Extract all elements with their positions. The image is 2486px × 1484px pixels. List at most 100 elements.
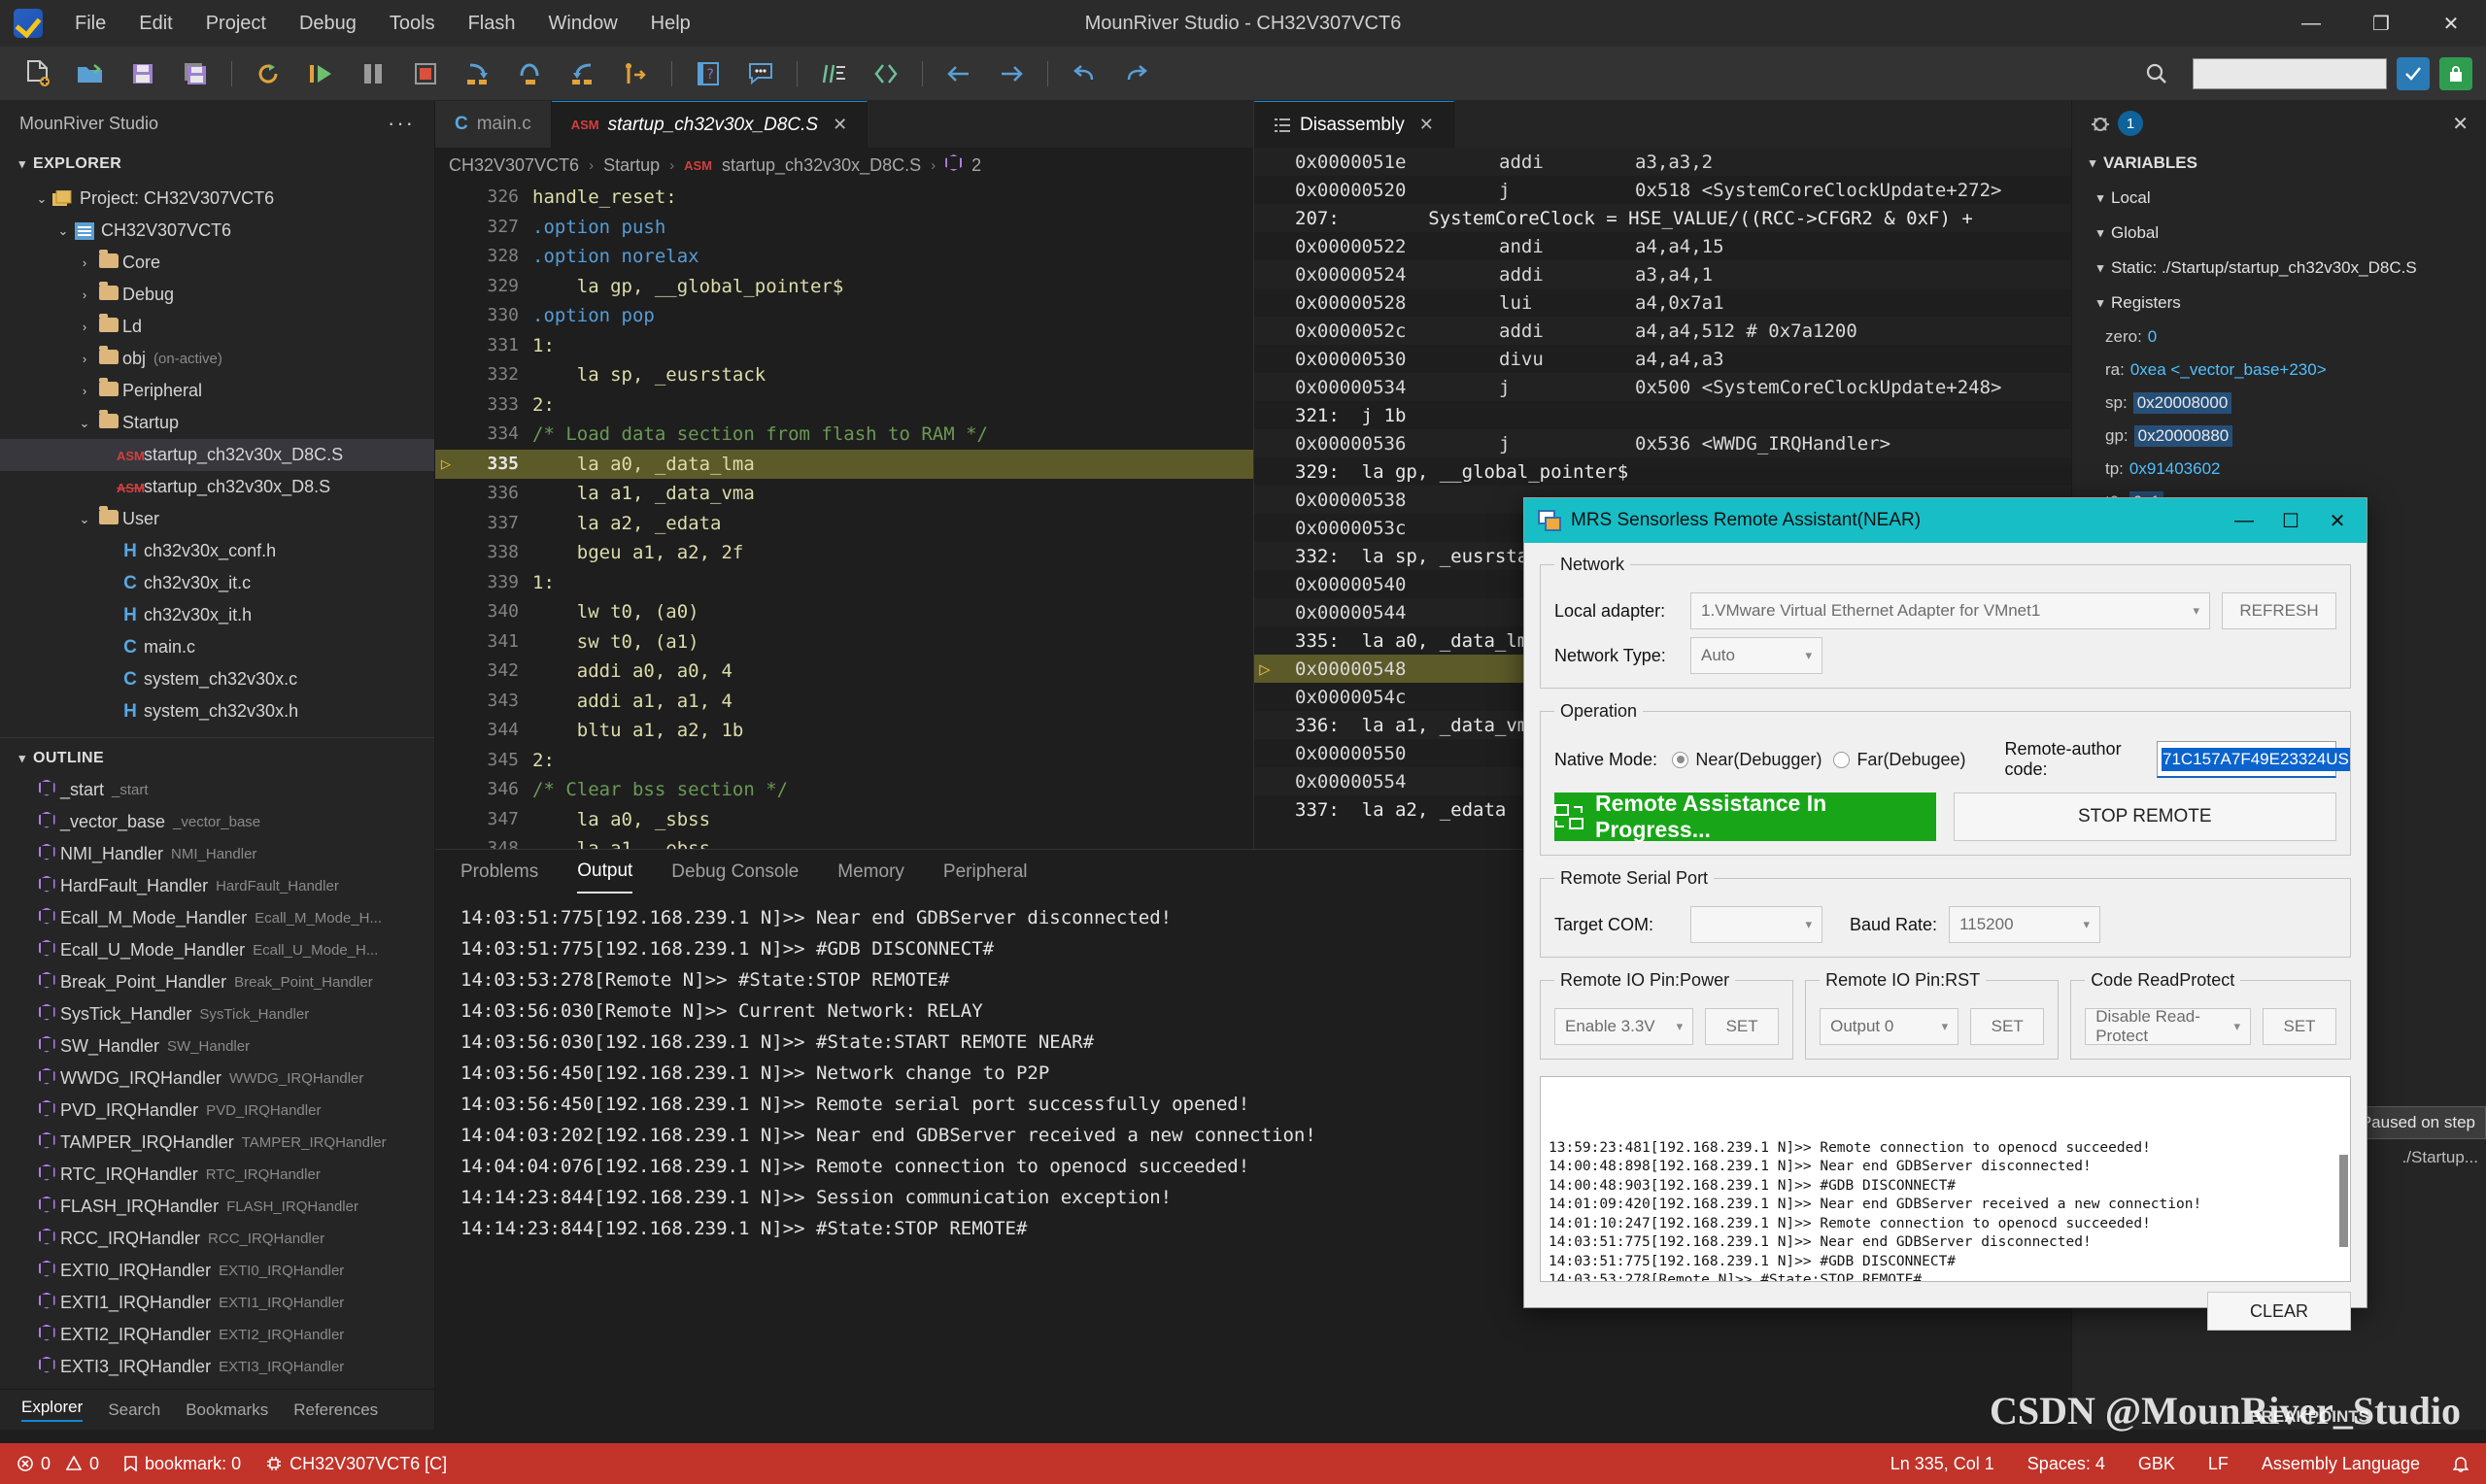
outline-item[interactable]: NMI_Handler NMI_Handler: [0, 838, 434, 870]
outline-item[interactable]: TAMPER_IRQHandler TAMPER_IRQHandler: [0, 1127, 434, 1159]
tree-item[interactable]: Hch32v30x_conf.h: [0, 535, 434, 567]
io-rst-select[interactable]: Output 0 ▾: [1820, 1008, 1959, 1045]
breadcrumb-item[interactable]: CH32V307VCT6: [449, 155, 579, 176]
debug-badge[interactable]: 1: [2090, 111, 2143, 136]
refresh-button[interactable]: REFRESH: [2222, 592, 2336, 629]
outline-item[interactable]: EXTI3_IRQHandler EXTI3_IRQHandler: [0, 1351, 434, 1383]
breadcrumb-item[interactable]: Startup: [603, 155, 660, 176]
outline-item[interactable]: SW_Handler SW_Handler: [0, 1030, 434, 1062]
help-icon[interactable]: ?: [687, 54, 730, 93]
step-into-icon[interactable]: [562, 54, 604, 93]
menu-item-edit[interactable]: Edit: [122, 7, 188, 41]
panel-tab-output[interactable]: Output: [577, 851, 633, 894]
search-icon[interactable]: [2135, 54, 2178, 93]
register-row[interactable]: zero: 0: [2072, 320, 2486, 354]
step-return-icon[interactable]: [509, 54, 552, 93]
remote-assistance-button[interactable]: Remote Assistance In Progress...: [1554, 791, 1936, 842]
chevron-icon[interactable]: ⌄: [74, 416, 95, 431]
tree-item[interactable]: › obj (on-active): [0, 343, 434, 375]
menu-item-flash[interactable]: Flash: [452, 7, 532, 41]
register-row[interactable]: sp: 0x20008000: [2072, 387, 2486, 420]
debug-group-static[interactable]: ▾ Static: ./Startup/startup_ch32v30x_D8C.…: [2072, 251, 2486, 286]
radio-near-debugger[interactable]: Near(Debugger): [1672, 750, 1822, 770]
outline-item[interactable]: RTC_IRQHandler RTC_IRQHandler: [0, 1159, 434, 1191]
baud-rate-select[interactable]: 115200 ▾: [1949, 906, 2101, 943]
tab-startup_ch32v30x_D8C-S[interactable]: ASM startup_ch32v30x_D8C.S ✕: [551, 101, 868, 148]
sidebar-more-icon[interactable]: ···: [388, 111, 415, 136]
step-over-icon[interactable]: [457, 54, 499, 93]
pause-icon[interactable]: [352, 54, 394, 93]
io-rst-set-button[interactable]: SET: [1970, 1008, 2045, 1045]
outline-item[interactable]: Break_Point_Handler Break_Point_Handler: [0, 966, 434, 998]
explorer-section-header[interactable]: ▾ EXPLORER: [0, 146, 434, 183]
forward-icon[interactable]: [990, 54, 1033, 93]
indent-setting[interactable]: Spaces: 4: [2027, 1454, 2105, 1474]
target-com-select[interactable]: ▾: [1690, 906, 1822, 943]
panel-tab-peripheral[interactable]: Peripheral: [943, 861, 1028, 883]
readprotect-set-button[interactable]: SET: [2263, 1008, 2337, 1045]
breakpoints-section-header[interactable]: BREAKPOINTS: [2249, 1407, 2369, 1427]
outline-item[interactable]: HardFault_Handler HardFault_Handler: [0, 870, 434, 902]
chevron-icon[interactable]: ⌄: [52, 223, 74, 239]
tree-item[interactable]: Cmain.c: [0, 631, 434, 663]
tree-item[interactable]: Hch32v30x_it.h: [0, 599, 434, 631]
menu-item-tools[interactable]: Tools: [373, 7, 452, 41]
stop-icon[interactable]: [404, 54, 447, 93]
menu-item-file[interactable]: File: [58, 7, 122, 41]
build-icon[interactable]: [247, 54, 289, 93]
bell-icon[interactable]: [2453, 1455, 2469, 1472]
redo-icon[interactable]: [1115, 54, 1158, 93]
tree-item[interactable]: ASM startup_ch32v30x_D8C.S: [0, 439, 434, 471]
panel-tab-debug-console[interactable]: Debug Console: [671, 861, 799, 883]
menu-item-project[interactable]: Project: [189, 7, 283, 41]
outline-item[interactable]: RCC_IRQHandler RCC_IRQHandler: [0, 1223, 434, 1255]
local-adapter-select[interactable]: 1.VMware Virtual Ethernet Adapter for VM…: [1690, 592, 2210, 629]
tree-item[interactable]: ASM startup_ch32v30x_D8.S: [0, 471, 434, 503]
chevron-icon[interactable]: ⌄: [74, 512, 95, 527]
chevron-icon[interactable]: ⌄: [31, 191, 52, 207]
outline-item[interactable]: EXTI1_IRQHandler EXTI1_IRQHandler: [0, 1287, 434, 1319]
tab-disassembly[interactable]: Disassembly ✕: [1254, 101, 1454, 148]
dialog-log-scrollbar[interactable]: [2339, 1155, 2348, 1247]
variables-section-header[interactable]: ▾ VARIABLES: [2072, 146, 2486, 181]
cursor-position[interactable]: Ln 335, Col 1: [1890, 1454, 1994, 1474]
language-mode[interactable]: Assembly Language: [2262, 1454, 2420, 1474]
sidebar-tab-search[interactable]: Search: [108, 1400, 160, 1420]
outline-item[interactable]: EXTI0_IRQHandler EXTI0_IRQHandler: [0, 1255, 434, 1287]
tree-item[interactable]: › Peripheral: [0, 375, 434, 407]
debug-group-global[interactable]: ▾ Global: [2072, 216, 2486, 251]
sidebar-tab-bookmarks[interactable]: Bookmarks: [186, 1400, 268, 1420]
save-icon[interactable]: [121, 54, 164, 93]
save-all-icon[interactable]: [174, 54, 217, 93]
io-power-select[interactable]: Enable 3.3V ▾: [1554, 1008, 1694, 1045]
register-row[interactable]: gp: 0x20000880: [2072, 420, 2486, 453]
minimize-button[interactable]: —: [2276, 0, 2346, 47]
status-bookmark[interactable]: bookmark: 0: [124, 1454, 241, 1474]
stop-remote-button[interactable]: STOP REMOTE: [1953, 793, 2336, 841]
open-folder-icon[interactable]: [69, 54, 112, 93]
outline-item[interactable]: SysTick_Handler SysTick_Handler: [0, 998, 434, 1030]
register-row[interactable]: tp: 0x91403602: [2072, 453, 2486, 486]
dialog-minimize-button[interactable]: —: [2221, 498, 2267, 543]
tree-item[interactable]: › Core: [0, 247, 434, 279]
tree-item[interactable]: Hsystem_ch32v30x.h: [0, 695, 434, 727]
tree-item[interactable]: ⌄ User: [0, 503, 434, 535]
outline-section-header[interactable]: ▾ OUTLINE: [0, 737, 434, 774]
tree-item[interactable]: Csystem_ch32v30x.c: [0, 663, 434, 695]
readprotect-select[interactable]: Disable Read-Protect ▾: [2085, 1007, 2252, 1045]
clear-button[interactable]: CLEAR: [2207, 1292, 2351, 1331]
remote-author-code-input[interactable]: 71C157A7F49E23324US: [2157, 741, 2350, 778]
eol-setting[interactable]: LF: [2208, 1454, 2229, 1474]
undo-icon[interactable]: [1063, 54, 1106, 93]
outline-item[interactable]: FLASH_IRQHandler FLASH_IRQHandler: [0, 1191, 434, 1223]
chevron-icon[interactable]: ›: [74, 352, 95, 366]
breadcrumb-item[interactable]: 2: [971, 155, 981, 176]
resume-icon[interactable]: [614, 54, 657, 93]
back-icon[interactable]: [937, 54, 980, 93]
panel-tab-memory[interactable]: Memory: [837, 861, 904, 883]
debug-group-local[interactable]: ▾ Local: [2072, 181, 2486, 216]
encoding-setting[interactable]: GBK: [2138, 1454, 2175, 1474]
chevron-icon[interactable]: ›: [74, 287, 95, 302]
tree-item[interactable]: ⌄ CH32V307VCT6: [0, 215, 434, 247]
run-icon[interactable]: [299, 54, 342, 93]
